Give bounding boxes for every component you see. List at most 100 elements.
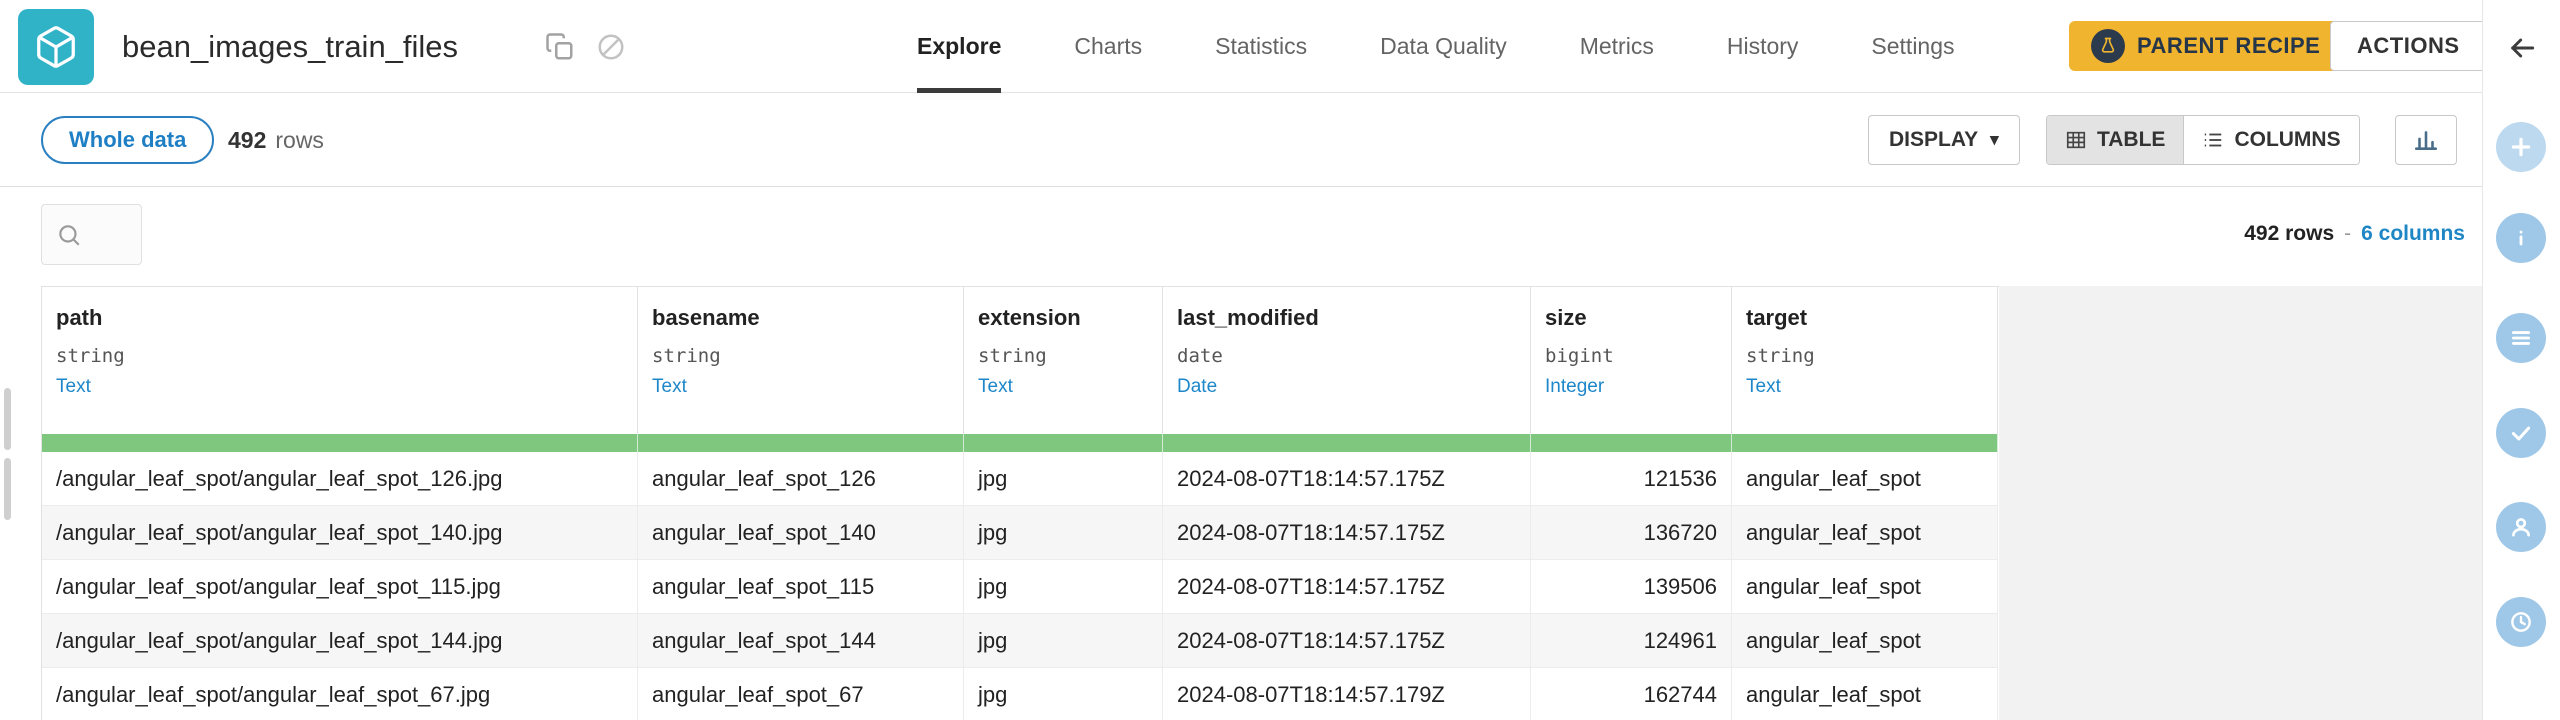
display-label: DISPLAY xyxy=(1889,128,1979,151)
parent-recipe-button[interactable]: PARENT RECIPE xyxy=(2069,21,2343,71)
column-storage-type: string xyxy=(978,345,1047,367)
validity-bar-size[interactable] xyxy=(1531,434,1732,452)
column-storage-type: string xyxy=(1746,345,1815,367)
validity-bar-path[interactable] xyxy=(42,434,638,452)
sample-row-count: 492 rows xyxy=(228,116,324,164)
cell-basename[interactable]: angular_leaf_spot_115 xyxy=(638,560,964,614)
quick-chart-button[interactable] xyxy=(2395,115,2457,165)
column-meaning-link[interactable]: Text xyxy=(1746,376,1983,398)
column-name: last_modified xyxy=(1177,305,1319,330)
cell-last_modified[interactable]: 2024-08-07T18:14:57.175Z xyxy=(1163,560,1531,614)
display-dropdown-button[interactable]: DISPLAY ▾ xyxy=(1868,115,2020,165)
details-panel-button[interactable] xyxy=(2496,213,2546,263)
tab-settings[interactable]: Settings xyxy=(1871,0,1954,93)
table-view-button[interactable]: TABLE xyxy=(2047,116,2185,164)
search-input[interactable] xyxy=(41,204,142,265)
cell-size[interactable]: 136720 xyxy=(1531,506,1732,560)
row-count-number: 492 xyxy=(228,126,267,153)
nav-tabs: Explore Charts Statistics Data Quality M… xyxy=(917,0,1955,93)
cell-size[interactable]: 121536 xyxy=(1531,452,1732,506)
validity-bar-last_modified[interactable] xyxy=(1163,434,1531,452)
validity-bar-extension[interactable] xyxy=(964,434,1163,452)
cell-basename[interactable]: angular_leaf_spot_126 xyxy=(638,452,964,506)
column-header-path[interactable]: path string Text xyxy=(42,287,638,434)
cell-target[interactable]: angular_leaf_spot xyxy=(1732,668,1998,720)
history-panel-button[interactable] xyxy=(2496,597,2546,647)
column-header-target[interactable]: target string Text xyxy=(1732,287,1998,434)
bar-chart-icon xyxy=(2413,127,2439,153)
cell-last_modified[interactable]: 2024-08-07T18:14:57.179Z xyxy=(1163,668,1531,720)
column-header-basename[interactable]: basename string Text xyxy=(638,287,964,434)
copy-icon[interactable] xyxy=(545,32,575,62)
tab-metrics[interactable]: Metrics xyxy=(1580,0,1654,93)
cell-size[interactable]: 162744 xyxy=(1531,668,1732,720)
table-row: /angular_leaf_spot/angular_leaf_spot_144… xyxy=(42,614,1999,668)
tab-history[interactable]: History xyxy=(1727,0,1799,93)
cell-path[interactable]: /angular_leaf_spot/angular_leaf_spot_67.… xyxy=(42,668,638,720)
collaboration-panel-button[interactable] xyxy=(2496,502,2546,552)
column-meaning-link[interactable]: Integer xyxy=(1545,376,1717,398)
summary-rows: 492 rows xyxy=(2244,222,2335,245)
add-panel-button[interactable] xyxy=(2496,122,2546,172)
collapse-panel-button[interactable] xyxy=(2506,32,2538,64)
actions-button[interactable]: ACTIONS xyxy=(2330,21,2487,71)
checks-panel-button[interactable] xyxy=(2496,408,2546,458)
columns-view-button[interactable]: COLUMNS xyxy=(2184,116,2359,164)
validity-bar-basename[interactable] xyxy=(638,434,964,452)
sample-selector-button[interactable]: Whole data xyxy=(41,116,215,164)
table-view-label: TABLE xyxy=(2097,128,2166,151)
tab-charts[interactable]: Charts xyxy=(1074,0,1142,93)
column-header-size[interactable]: size bigint Integer xyxy=(1531,287,1732,434)
column-meaning-link[interactable]: Date xyxy=(1177,376,1516,398)
left-resize-handle[interactable] xyxy=(4,388,11,450)
tab-explore[interactable]: Explore xyxy=(917,0,1002,93)
summary-columns-link[interactable]: 6 columns xyxy=(2361,222,2465,246)
cell-basename[interactable]: angular_leaf_spot_144 xyxy=(638,614,964,668)
data-table: path string Text basename string Text extensio… xyxy=(41,286,1999,720)
cell-extension[interactable]: jpg xyxy=(964,560,1163,614)
cell-extension[interactable]: jpg xyxy=(964,614,1163,668)
cell-target[interactable]: angular_leaf_spot xyxy=(1732,614,1998,668)
cell-path[interactable]: /angular_leaf_spot/angular_leaf_spot_144… xyxy=(42,614,638,668)
dataset-title: bean_images_train_files xyxy=(122,28,459,64)
cell-path[interactable]: /angular_leaf_spot/angular_leaf_spot_140… xyxy=(42,506,638,560)
cell-path[interactable]: /angular_leaf_spot/angular_leaf_spot_126… xyxy=(42,452,638,506)
tab-statistics[interactable]: Statistics xyxy=(1215,0,1307,93)
table-header-row: path string Text basename string Text extensio… xyxy=(42,287,1999,434)
cell-extension[interactable]: jpg xyxy=(964,506,1163,560)
row-count-word: rows xyxy=(275,126,324,153)
schema-panel-button[interactable] xyxy=(2496,313,2546,363)
cell-size[interactable]: 124961 xyxy=(1531,614,1732,668)
chevron-down-icon: ▾ xyxy=(1990,130,1999,149)
column-meaning-link[interactable]: Text xyxy=(56,376,623,398)
cell-basename[interactable]: angular_leaf_spot_67 xyxy=(638,668,964,720)
table-row: /angular_leaf_spot/angular_leaf_spot_67.… xyxy=(42,668,1999,720)
cell-basename[interactable]: angular_leaf_spot_140 xyxy=(638,506,964,560)
cell-target[interactable]: angular_leaf_spot xyxy=(1732,506,1998,560)
cell-target[interactable]: angular_leaf_spot xyxy=(1732,560,1998,614)
column-meaning-link[interactable]: Text xyxy=(978,376,1148,398)
tab-data-quality[interactable]: Data Quality xyxy=(1380,0,1507,93)
column-name: path xyxy=(56,305,103,330)
top-header: bean_images_train_files Explore Charts S… xyxy=(0,0,2487,93)
cell-last_modified[interactable]: 2024-08-07T18:14:57.175Z xyxy=(1163,614,1531,668)
schema-list-icon xyxy=(2512,331,2530,345)
column-meaning-link[interactable]: Text xyxy=(652,376,949,398)
table-summary: 492 rows - 6 columns xyxy=(2244,212,2465,256)
cell-size[interactable]: 139506 xyxy=(1531,560,1732,614)
cell-path[interactable]: /angular_leaf_spot/angular_leaf_spot_115… xyxy=(42,560,638,614)
dataset-logo[interactable] xyxy=(18,9,94,85)
cell-last_modified[interactable]: 2024-08-07T18:14:57.175Z xyxy=(1163,452,1531,506)
parent-recipe-label: PARENT RECIPE xyxy=(2137,33,2321,58)
cell-target[interactable]: angular_leaf_spot xyxy=(1732,452,1998,506)
cell-extension[interactable]: jpg xyxy=(964,452,1163,506)
cell-last_modified[interactable]: 2024-08-07T18:14:57.175Z xyxy=(1163,506,1531,560)
cell-extension[interactable]: jpg xyxy=(964,668,1163,720)
column-storage-type: string xyxy=(652,345,721,367)
left-resize-handle[interactable] xyxy=(4,458,11,520)
no-schedule-icon xyxy=(596,32,626,62)
validity-bar-target[interactable] xyxy=(1732,434,1998,452)
column-header-last_modified[interactable]: last_modified date Date xyxy=(1163,287,1531,434)
column-name: basename xyxy=(652,305,760,330)
column-header-extension[interactable]: extension string Text xyxy=(964,287,1163,434)
